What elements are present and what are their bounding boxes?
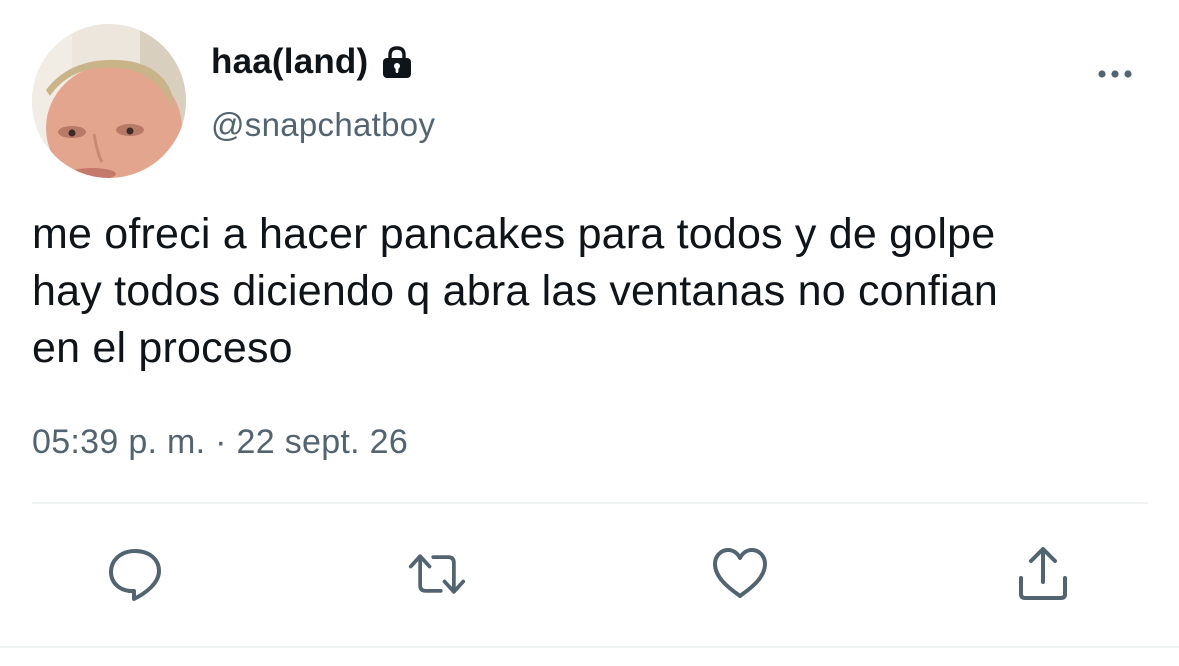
reply-icon xyxy=(109,549,161,601)
share-button[interactable] xyxy=(1013,544,1073,604)
lock-icon xyxy=(379,44,415,80)
user-handle[interactable]: @snapchatboy xyxy=(211,106,435,144)
retweet-button[interactable] xyxy=(407,544,467,604)
tweet-text: me ofreci a hacer pancakes para todos y … xyxy=(32,210,999,372)
tweet-card: haa(land) @snapchatboy me ofreci a hacer… xyxy=(0,0,1179,666)
display-name[interactable]: haa(land) xyxy=(211,42,368,82)
bottom-divider xyxy=(0,646,1179,648)
divider xyxy=(32,502,1148,504)
tweet-timestamp[interactable]: 05:39 p. m. · 22 sept. 26 xyxy=(32,423,408,462)
tweet-date: 22 sept. 26 xyxy=(236,423,409,461)
reply-button[interactable] xyxy=(105,544,165,604)
retweet-icon xyxy=(408,554,466,594)
share-icon xyxy=(1019,547,1067,600)
heart-icon xyxy=(713,548,767,598)
name-row: haa(land) xyxy=(211,42,415,82)
tweet-time: 05:39 p. m. xyxy=(32,423,206,461)
avatar-image xyxy=(32,24,186,178)
more-horizontal-icon[interactable] xyxy=(1096,64,1136,84)
meta-separator: · xyxy=(215,423,227,461)
like-button[interactable] xyxy=(710,544,770,604)
avatar[interactable] xyxy=(32,24,186,178)
